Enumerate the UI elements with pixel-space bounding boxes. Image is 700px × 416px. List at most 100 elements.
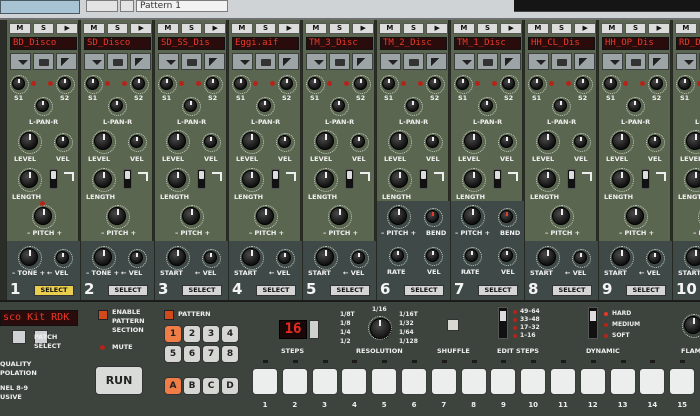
select-button[interactable]: SELECT: [552, 285, 592, 296]
sample-name-display[interactable]: BD_Disco: [10, 37, 77, 50]
solo-button[interactable]: S: [328, 23, 351, 34]
solo-button[interactable]: S: [254, 23, 277, 34]
pan-knob[interactable]: [552, 97, 571, 116]
pattern-button-6[interactable]: 6: [183, 345, 201, 363]
top-button-1[interactable]: [86, 0, 118, 12]
decay-gate-switch[interactable]: [641, 169, 650, 189]
folder-icon[interactable]: [329, 53, 350, 70]
pan-knob[interactable]: [108, 97, 127, 116]
pan-knob[interactable]: [330, 97, 349, 116]
vel-knob[interactable]: [276, 249, 295, 268]
play-button[interactable]: ▶: [352, 23, 375, 34]
mute-button[interactable]: M: [675, 23, 697, 34]
level-knob[interactable]: [18, 130, 42, 154]
send-1-knob[interactable]: [602, 75, 621, 94]
pitch-knob[interactable]: [32, 205, 56, 229]
start-knob[interactable]: [610, 246, 634, 270]
sample-name-display[interactable]: RD_Dis: [676, 37, 700, 50]
sample-select-icon[interactable]: [528, 53, 549, 70]
send-1-knob[interactable]: [380, 75, 399, 94]
length-knob[interactable]: [536, 168, 560, 192]
length-knob[interactable]: [462, 168, 486, 192]
start-knob[interactable]: [536, 246, 560, 270]
solo-button[interactable]: S: [476, 23, 499, 34]
step-button-10[interactable]: [520, 368, 547, 395]
step-button-1[interactable]: [252, 368, 278, 395]
mute-button[interactable]: M: [83, 23, 105, 34]
rate-knob[interactable]: [463, 247, 482, 266]
decay-gate-switch[interactable]: [345, 169, 354, 189]
sample-select-icon[interactable]: [454, 53, 475, 70]
pan-knob[interactable]: [182, 97, 201, 116]
sample-name-display[interactable]: TM_2_Disc: [380, 37, 447, 50]
level-knob[interactable]: [388, 130, 412, 154]
dynamic-switch[interactable]: [588, 307, 598, 339]
send-2-knob[interactable]: [56, 75, 75, 94]
level-vel-knob[interactable]: [572, 133, 591, 152]
sample-name-display[interactable]: HH_CL_Dis: [528, 37, 595, 50]
bank-button-B[interactable]: B: [183, 377, 201, 395]
run-button[interactable]: RUN: [95, 366, 143, 395]
play-button[interactable]: ▶: [204, 23, 227, 34]
select-button[interactable]: SELECT: [478, 285, 518, 296]
bank-button-C[interactable]: C: [202, 377, 220, 395]
sample-name-display[interactable]: Eggi.aif: [232, 37, 299, 50]
solo-button[interactable]: S: [180, 23, 203, 34]
tone-knob[interactable]: [92, 246, 116, 270]
send-1-knob[interactable]: [528, 75, 547, 94]
play-button[interactable]: ▶: [130, 23, 153, 34]
step-button-6[interactable]: [401, 368, 427, 395]
vel-knob[interactable]: [498, 247, 517, 266]
level-vel-knob[interactable]: [128, 133, 147, 152]
level-vel-knob[interactable]: [350, 133, 369, 152]
folder-icon[interactable]: [625, 53, 646, 70]
length-knob[interactable]: [18, 168, 42, 192]
sample-select-icon[interactable]: [306, 53, 327, 70]
pattern-button-8[interactable]: 8: [221, 345, 239, 363]
play-button[interactable]: ▶: [648, 23, 671, 34]
vel-knob[interactable]: [350, 249, 369, 268]
vel-knob[interactable]: [572, 249, 591, 268]
decay-gate-switch[interactable]: [271, 169, 280, 189]
pitch-knob[interactable]: [461, 205, 485, 229]
waveform-icon[interactable]: [204, 53, 225, 70]
play-button[interactable]: ▶: [574, 23, 597, 34]
step-button-3[interactable]: [311, 368, 338, 395]
vel-knob[interactable]: [424, 247, 443, 266]
play-button[interactable]: ▶: [278, 23, 301, 34]
edit-steps-switch[interactable]: [498, 307, 508, 339]
waveform-icon[interactable]: [426, 53, 447, 70]
pitch-knob[interactable]: [624, 205, 648, 229]
pan-knob[interactable]: [478, 97, 497, 116]
pattern-name-label[interactable]: Pattern 1: [136, 0, 228, 12]
level-knob[interactable]: [684, 130, 700, 154]
sample-name-display[interactable]: SD_SS_Dis: [158, 37, 225, 50]
waveform-icon[interactable]: [278, 53, 299, 70]
play-button[interactable]: ▶: [426, 23, 449, 34]
level-knob[interactable]: [462, 130, 486, 154]
step-button-4[interactable]: [341, 368, 368, 395]
step-button-12[interactable]: [579, 368, 606, 395]
folder-icon[interactable]: [551, 53, 572, 70]
length-knob[interactable]: [240, 168, 264, 192]
mute-button[interactable]: M: [453, 23, 475, 34]
sample-select-icon[interactable]: [602, 53, 623, 70]
bank-button-D[interactable]: D: [221, 377, 239, 395]
send-2-knob[interactable]: [278, 75, 297, 94]
start-knob[interactable]: [240, 246, 264, 270]
step-button-9[interactable]: [490, 368, 517, 395]
vel-knob[interactable]: [128, 249, 147, 268]
mute-button[interactable]: M: [379, 23, 401, 34]
level-vel-knob[interactable]: [202, 133, 221, 152]
start-knob[interactable]: [166, 246, 190, 270]
mute-button[interactable]: M: [231, 23, 253, 34]
level-vel-knob[interactable]: [424, 133, 443, 152]
bank-button-A[interactable]: A: [164, 377, 182, 395]
mute-button[interactable]: M: [601, 23, 623, 34]
solo-button[interactable]: S: [32, 23, 55, 34]
step-button-11[interactable]: [550, 368, 576, 395]
sample-name-display[interactable]: SD_Disco: [84, 37, 151, 50]
send-1-knob[interactable]: [676, 75, 695, 94]
send-1-knob[interactable]: [10, 75, 29, 94]
send-2-knob[interactable]: [204, 75, 223, 94]
